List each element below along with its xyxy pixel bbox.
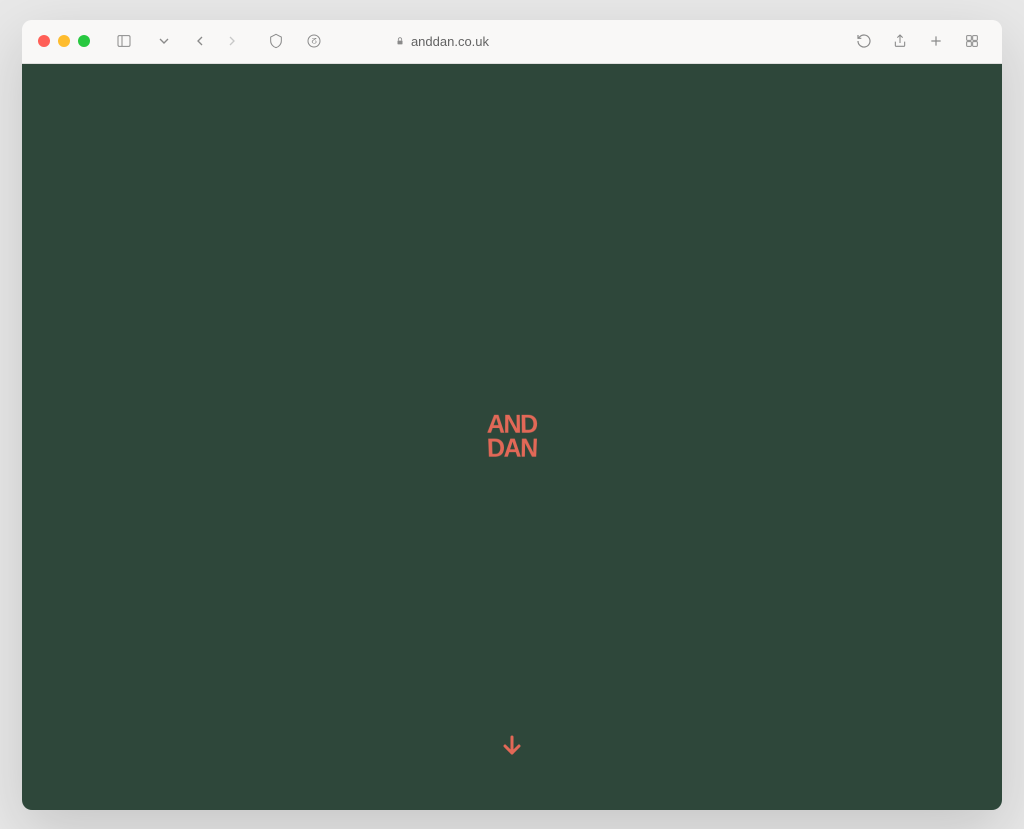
address-bar[interactable]: anddan.co.uk [342,34,542,49]
maximize-window-button[interactable] [78,35,90,47]
arrow-down-icon [500,733,524,757]
forward-button[interactable] [218,29,246,53]
tab-overview-button[interactable] [958,29,986,53]
brand-logo: AND DAN [487,414,537,460]
window-controls [38,35,90,47]
url-text: anddan.co.uk [411,34,489,49]
browser-window: ⵒ anddan.co.uk [22,20,1002,810]
sidebar-toggle-button[interactable] [110,29,138,53]
reload-button[interactable] [850,29,878,53]
page-content: AND DAN [22,64,1002,810]
back-button[interactable] [186,29,214,53]
close-window-button[interactable] [38,35,50,47]
minimize-window-button[interactable] [58,35,70,47]
svg-text:ⵒ: ⵒ [311,37,317,46]
new-tab-button[interactable] [922,29,950,53]
privacy-shield-button[interactable] [262,29,290,53]
share-button[interactable] [886,29,914,53]
site-settings-button[interactable]: ⵒ [300,29,328,53]
tab-overview-chevron[interactable] [150,29,178,53]
lock-icon [395,35,405,47]
logo-line-2: DAN [487,437,538,461]
browser-toolbar: ⵒ anddan.co.uk [22,20,1002,64]
scroll-down-button[interactable] [500,733,524,762]
